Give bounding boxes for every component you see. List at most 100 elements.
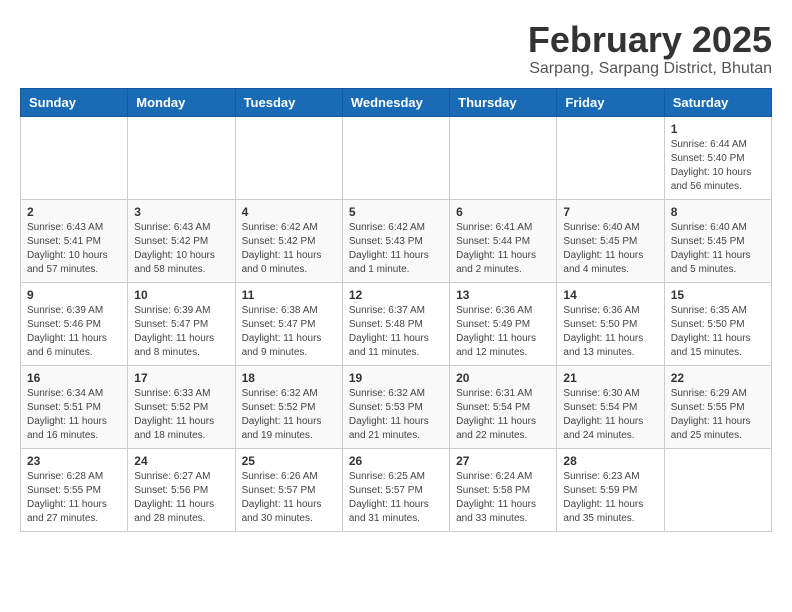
- calendar-day-cell: 18 Sunrise: 6:32 AM Sunset: 5:52 PM Dayli…: [235, 365, 342, 448]
- day-info: Sunrise: 6:41 AM Sunset: 5:44 PM Dayligh…: [456, 221, 550, 277]
- day-of-week-header: Monday: [128, 88, 235, 116]
- day-info: Sunrise: 6:30 AM Sunset: 5:54 PM Dayligh…: [563, 387, 657, 443]
- day-info: Sunrise: 6:31 AM Sunset: 5:54 PM Dayligh…: [456, 387, 550, 443]
- day-info: Sunrise: 6:27 AM Sunset: 5:56 PM Dayligh…: [134, 470, 228, 526]
- day-of-week-header: Friday: [557, 88, 664, 116]
- calendar-day-cell: 9 Sunrise: 6:39 AM Sunset: 5:46 PM Daylig…: [21, 282, 128, 365]
- day-number: 19: [349, 371, 443, 385]
- title-section: February 2025 Sarpang, Sarpang District,…: [528, 20, 772, 78]
- calendar-day-cell: [21, 116, 128, 199]
- day-number: 12: [349, 288, 443, 302]
- day-number: 24: [134, 454, 228, 468]
- calendar-day-cell: 13 Sunrise: 6:36 AM Sunset: 5:49 PM Dayli…: [450, 282, 557, 365]
- day-info: Sunrise: 6:38 AM Sunset: 5:47 PM Dayligh…: [242, 304, 336, 360]
- calendar-day-cell: 16 Sunrise: 6:34 AM Sunset: 5:51 PM Dayli…: [21, 365, 128, 448]
- day-info: Sunrise: 6:43 AM Sunset: 5:41 PM Dayligh…: [27, 221, 121, 277]
- day-number: 1: [671, 122, 765, 136]
- day-number: 18: [242, 371, 336, 385]
- calendar-day-cell: 6 Sunrise: 6:41 AM Sunset: 5:44 PM Daylig…: [450, 199, 557, 282]
- day-number: 28: [563, 454, 657, 468]
- day-number: 7: [563, 205, 657, 219]
- day-info: Sunrise: 6:29 AM Sunset: 5:55 PM Dayligh…: [671, 387, 765, 443]
- day-info: Sunrise: 6:23 AM Sunset: 5:59 PM Dayligh…: [563, 470, 657, 526]
- calendar-day-cell: 5 Sunrise: 6:42 AM Sunset: 5:43 PM Daylig…: [342, 199, 449, 282]
- calendar-week-row: 1Sunrise: 6:44 AM Sunset: 5:40 PM Daylig…: [21, 116, 772, 199]
- calendar-day-cell: 11 Sunrise: 6:38 AM Sunset: 5:47 PM Dayli…: [235, 282, 342, 365]
- day-number: 17: [134, 371, 228, 385]
- day-number: 11: [242, 288, 336, 302]
- calendar-header-row: SundayMondayTuesdayWednesdayThursdayFrid…: [21, 88, 772, 116]
- calendar-day-cell: 28 Sunrise: 6:23 AM Sunset: 5:59 PM Dayli…: [557, 448, 664, 531]
- calendar-day-cell: [235, 116, 342, 199]
- day-info: Sunrise: 6:40 AM Sunset: 5:45 PM Dayligh…: [671, 221, 765, 277]
- calendar-day-cell: 3 Sunrise: 6:43 AM Sunset: 5:42 PM Daylig…: [128, 199, 235, 282]
- day-of-week-header: Sunday: [21, 88, 128, 116]
- day-info: Sunrise: 6:33 AM Sunset: 5:52 PM Dayligh…: [134, 387, 228, 443]
- day-number: 21: [563, 371, 657, 385]
- calendar-day-cell: 8 Sunrise: 6:40 AM Sunset: 5:45 PM Daylig…: [664, 199, 771, 282]
- day-number: 3: [134, 205, 228, 219]
- day-of-week-header: Tuesday: [235, 88, 342, 116]
- calendar-day-cell: 19 Sunrise: 6:32 AM Sunset: 5:53 PM Dayli…: [342, 365, 449, 448]
- calendar-day-cell: 17 Sunrise: 6:33 AM Sunset: 5:52 PM Dayli…: [128, 365, 235, 448]
- day-number: 8: [671, 205, 765, 219]
- day-number: 14: [563, 288, 657, 302]
- day-of-week-header: Thursday: [450, 88, 557, 116]
- calendar-day-cell: 20 Sunrise: 6:31 AM Sunset: 5:54 PM Dayli…: [450, 365, 557, 448]
- calendar-day-cell: [664, 448, 771, 531]
- calendar-day-cell: 15 Sunrise: 6:35 AM Sunset: 5:50 PM Dayli…: [664, 282, 771, 365]
- day-info: Sunrise: 6:39 AM Sunset: 5:46 PM Dayligh…: [27, 304, 121, 360]
- day-info: Sunrise: 6:37 AM Sunset: 5:48 PM Dayligh…: [349, 304, 443, 360]
- day-number: 22: [671, 371, 765, 385]
- calendar-day-cell: 23Sunrise: 6:28 AM Sunset: 5:55 PM Dayli…: [21, 448, 128, 531]
- day-number: 15: [671, 288, 765, 302]
- day-info: Sunrise: 6:39 AM Sunset: 5:47 PM Dayligh…: [134, 304, 228, 360]
- calendar-day-cell: 12 Sunrise: 6:37 AM Sunset: 5:48 PM Dayli…: [342, 282, 449, 365]
- day-of-week-header: Wednesday: [342, 88, 449, 116]
- day-number: 27: [456, 454, 550, 468]
- day-of-week-header: Saturday: [664, 88, 771, 116]
- day-number: 20: [456, 371, 550, 385]
- calendar-week-row: 9 Sunrise: 6:39 AM Sunset: 5:46 PM Daylig…: [21, 282, 772, 365]
- calendar-day-cell: 1Sunrise: 6:44 AM Sunset: 5:40 PM Daylig…: [664, 116, 771, 199]
- calendar-day-cell: 24 Sunrise: 6:27 AM Sunset: 5:56 PM Dayli…: [128, 448, 235, 531]
- day-number: 16: [27, 371, 121, 385]
- day-number: 6: [456, 205, 550, 219]
- day-number: 4: [242, 205, 336, 219]
- day-number: 9: [27, 288, 121, 302]
- day-info: Sunrise: 6:26 AM Sunset: 5:57 PM Dayligh…: [242, 470, 336, 526]
- calendar-day-cell: 2 Sunrise: 6:43 AM Sunset: 5:41 PM Daylig…: [21, 199, 128, 282]
- day-info: Sunrise: 6:35 AM Sunset: 5:50 PM Dayligh…: [671, 304, 765, 360]
- day-info: Sunrise: 6:42 AM Sunset: 5:42 PM Dayligh…: [242, 221, 336, 277]
- day-number: 5: [349, 205, 443, 219]
- day-info: Sunrise: 6:24 AM Sunset: 5:58 PM Dayligh…: [456, 470, 550, 526]
- calendar-day-cell: 7 Sunrise: 6:40 AM Sunset: 5:45 PM Daylig…: [557, 199, 664, 282]
- calendar-day-cell: 26Sunrise: 6:25 AM Sunset: 5:57 PM Dayli…: [342, 448, 449, 531]
- calendar-day-cell: [557, 116, 664, 199]
- day-info: Sunrise: 6:32 AM Sunset: 5:53 PM Dayligh…: [349, 387, 443, 443]
- day-info: Sunrise: 6:32 AM Sunset: 5:52 PM Dayligh…: [242, 387, 336, 443]
- day-info: Sunrise: 6:40 AM Sunset: 5:45 PM Dayligh…: [563, 221, 657, 277]
- month-title: February 2025: [528, 20, 772, 60]
- day-number: 23: [27, 454, 121, 468]
- day-number: 10: [134, 288, 228, 302]
- day-info: Sunrise: 6:34 AM Sunset: 5:51 PM Dayligh…: [27, 387, 121, 443]
- day-info: Sunrise: 6:36 AM Sunset: 5:49 PM Dayligh…: [456, 304, 550, 360]
- calendar-week-row: 2 Sunrise: 6:43 AM Sunset: 5:41 PM Daylig…: [21, 199, 772, 282]
- calendar-day-cell: 21 Sunrise: 6:30 AM Sunset: 5:54 PM Dayli…: [557, 365, 664, 448]
- calendar-day-cell: 22 Sunrise: 6:29 AM Sunset: 5:55 PM Dayli…: [664, 365, 771, 448]
- calendar-day-cell: 10 Sunrise: 6:39 AM Sunset: 5:47 PM Dayli…: [128, 282, 235, 365]
- calendar-day-cell: [342, 116, 449, 199]
- calendar-day-cell: 14Sunrise: 6:36 AM Sunset: 5:50 PM Dayli…: [557, 282, 664, 365]
- calendar-day-cell: 4 Sunrise: 6:42 AM Sunset: 5:42 PM Daylig…: [235, 199, 342, 282]
- calendar-week-row: 16 Sunrise: 6:34 AM Sunset: 5:51 PM Dayli…: [21, 365, 772, 448]
- location-title: Sarpang, Sarpang District, Bhutan: [528, 60, 772, 78]
- day-info: Sunrise: 6:43 AM Sunset: 5:42 PM Dayligh…: [134, 221, 228, 277]
- day-info: Sunrise: 6:42 AM Sunset: 5:43 PM Dayligh…: [349, 221, 443, 277]
- calendar-day-cell: [450, 116, 557, 199]
- calendar-table: SundayMondayTuesdayWednesdayThursdayFrid…: [20, 88, 772, 532]
- day-number: 13: [456, 288, 550, 302]
- day-number: 2: [27, 205, 121, 219]
- day-info: Sunrise: 6:25 AM Sunset: 5:57 PM Dayligh…: [349, 470, 443, 526]
- calendar-day-cell: [128, 116, 235, 199]
